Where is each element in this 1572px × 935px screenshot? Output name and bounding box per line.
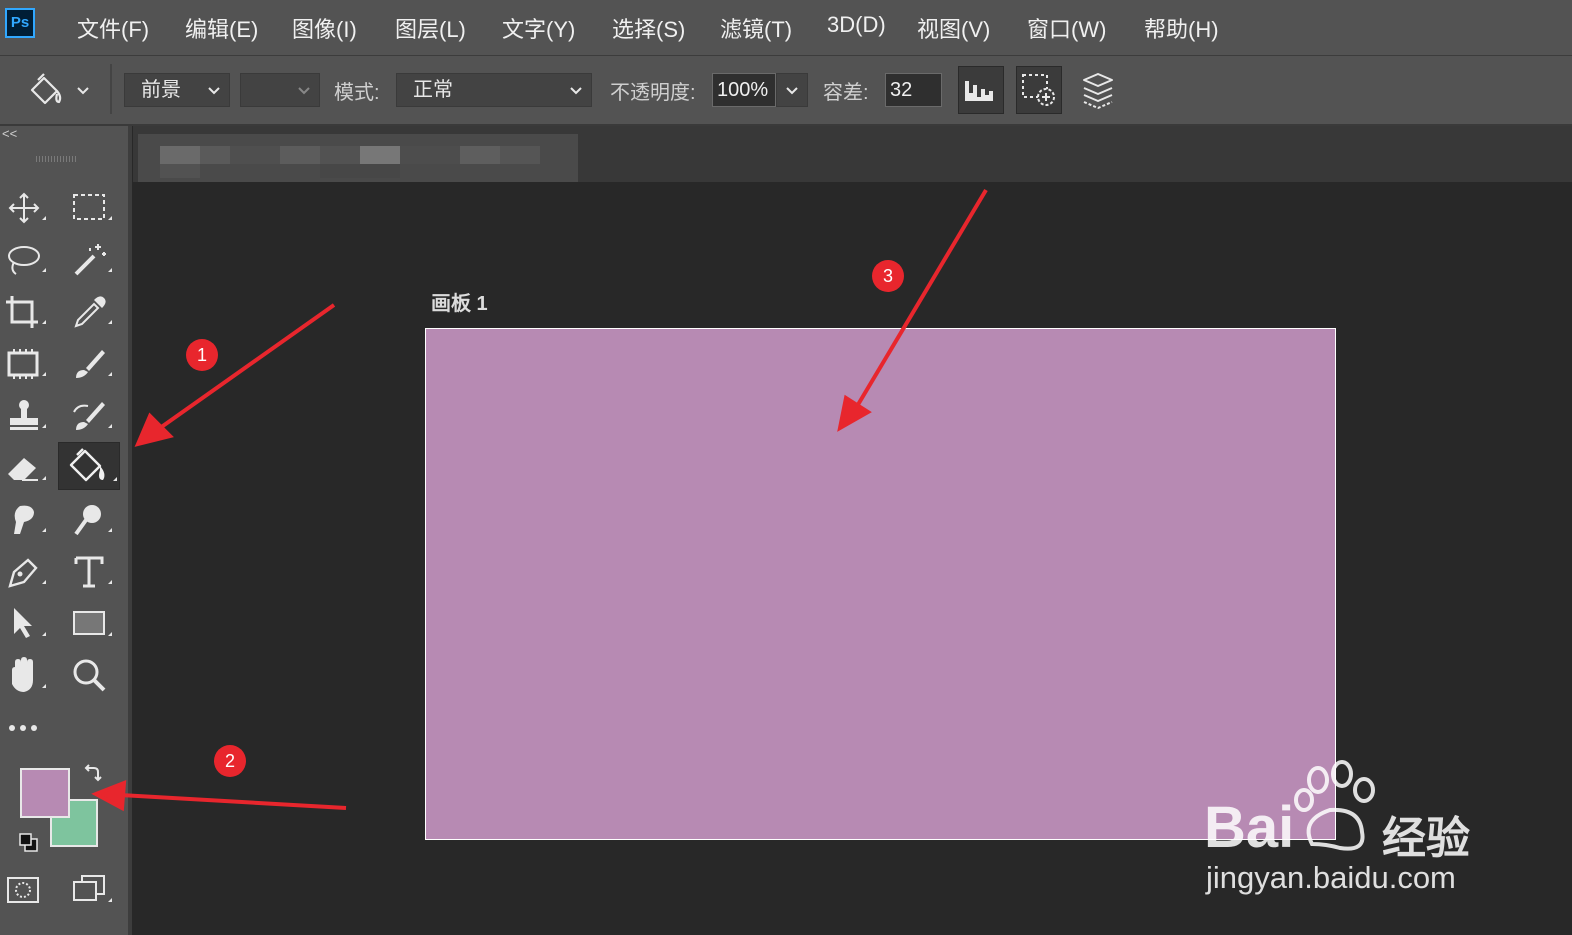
arrow-1 xyxy=(158,303,336,430)
arrow-1-head xyxy=(134,412,174,447)
watermark-brand: Bai xyxy=(1204,795,1295,860)
annotation-badge-2: 2 xyxy=(214,745,246,777)
arrow-2-head xyxy=(91,779,127,812)
watermark-brand-suffix: 经验 xyxy=(1382,814,1470,863)
watermark-url: jingyan.baidu.com xyxy=(1206,860,1456,895)
arrow-3-head xyxy=(837,394,872,432)
annotation-badge-3: 3 xyxy=(872,260,904,292)
arrow-3 xyxy=(854,188,988,410)
annotation-badge-1: 1 xyxy=(186,339,218,371)
arrow-2 xyxy=(119,793,347,810)
